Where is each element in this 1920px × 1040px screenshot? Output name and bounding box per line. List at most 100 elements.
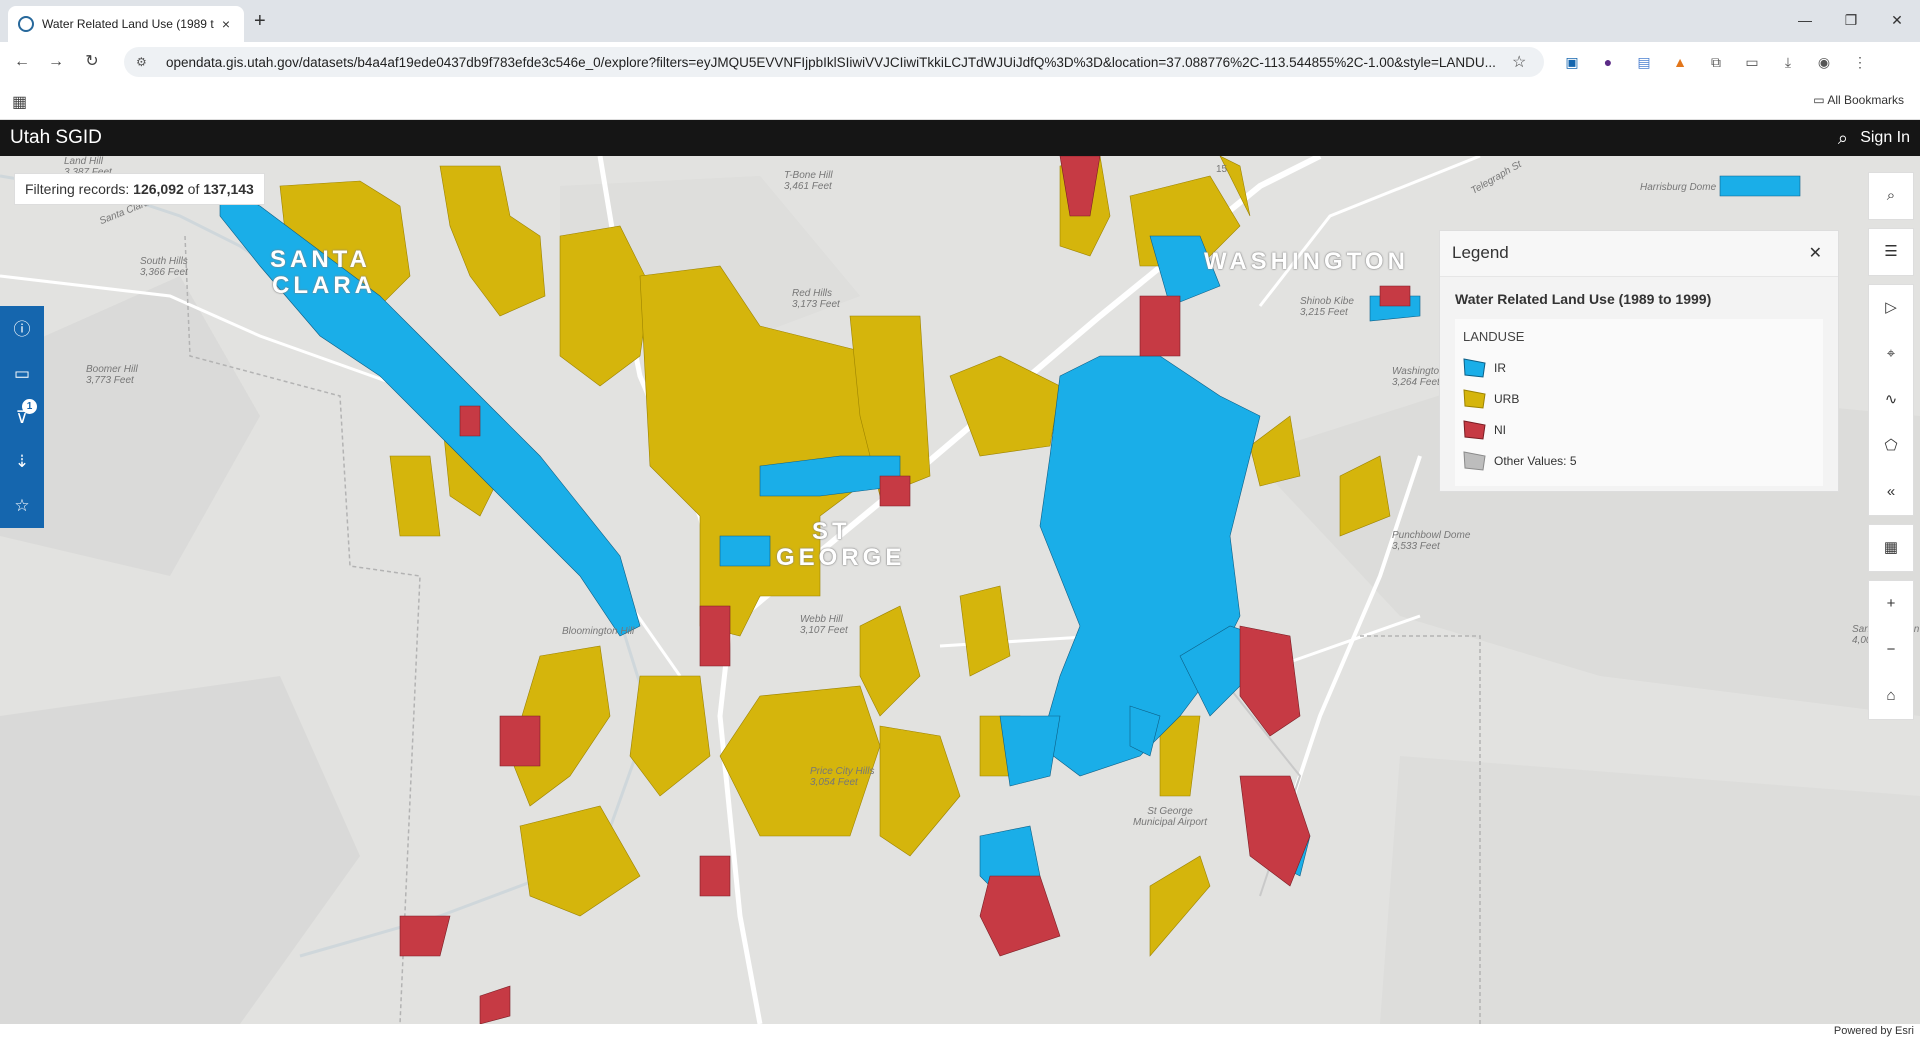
info-icon[interactable]: ⓘ xyxy=(8,316,36,344)
all-bookmarks[interactable]: ▭ All Bookmarks xyxy=(1813,93,1904,107)
measure-line-icon[interactable]: ∿ xyxy=(1869,377,1913,423)
filter-prefix: Filtering records: xyxy=(25,181,130,197)
forward-icon[interactable]: → xyxy=(44,50,68,74)
new-tab-button[interactable]: + xyxy=(254,10,266,33)
download-cloud-icon[interactable]: ⇣ xyxy=(8,448,36,476)
favorite-star-icon[interactable]: ☆ xyxy=(8,492,36,520)
bookmark-star-icon[interactable]: ☆ xyxy=(1512,52,1532,72)
window-controls: — ❐ ✕ xyxy=(1782,0,1920,42)
legend-field-name: LANDUSE xyxy=(1463,329,1525,344)
legend-item: URB xyxy=(1463,383,1815,414)
map-label-george: GEORGE xyxy=(776,544,906,571)
map-search-icon[interactable]: ⌕ xyxy=(1869,173,1913,219)
map-label-punchbowl-dome: Punchbowl Dome 3,533 Feet xyxy=(1392,530,1471,552)
extension-icon[interactable]: ▣ xyxy=(1560,50,1584,74)
sign-in-link[interactable]: Sign In xyxy=(1860,129,1910,147)
address-bar[interactable]: ⚙ opendata.gis.utah.gov/datasets/b4a4af1… xyxy=(124,47,1544,77)
right-group-zoom: + − ⌂ xyxy=(1868,580,1914,720)
browser-toolbar: ← → ↻ ⚙ opendata.gis.utah.gov/datasets/b… xyxy=(0,42,1920,82)
map-label-airport: St George Municipal Airport xyxy=(1132,806,1208,828)
reload-icon[interactable]: ↻ xyxy=(80,50,104,74)
legend-close-icon[interactable]: ✕ xyxy=(1809,243,1822,263)
zoom-out-icon[interactable]: − xyxy=(1869,627,1913,673)
map-view[interactable]: SANTA CLARA WASHINGTON ST GEORGE South H… xyxy=(0,156,1920,1024)
legend-swatch-ni xyxy=(1463,419,1486,440)
map-attribution: Powered by Esri xyxy=(0,1024,1920,1040)
right-toolbar: ⌕ ☰ ▷ ⌖ ∿ ⬠ « ▦ + − ⌂ xyxy=(1868,172,1914,728)
map-label-highway: 15 xyxy=(1216,164,1228,175)
filter-total: 137,143 xyxy=(203,181,254,197)
legend-panel: Legend ✕ Water Related Land Use (1989 to… xyxy=(1439,230,1839,492)
home-icon[interactable]: ⌂ xyxy=(1869,673,1913,719)
map-label-red-hills: Red Hills 3,173 Feet xyxy=(792,288,840,310)
legend-header: Legend xyxy=(1440,231,1838,277)
map-label-webb-hill: Webb Hill 3,107 Feet xyxy=(800,614,848,636)
profile-icon[interactable]: ◉ xyxy=(1812,50,1836,74)
all-bookmarks-label: All Bookmarks xyxy=(1827,93,1904,107)
attribute-table-icon[interactable]: ▦ xyxy=(1869,525,1913,571)
right-group-search: ⌕ xyxy=(1868,172,1914,220)
bookmarks-bar: ▦ ▭ All Bookmarks xyxy=(0,82,1920,120)
filter-of: of xyxy=(187,181,200,197)
minimize-icon[interactable]: — xyxy=(1782,0,1828,42)
legend-swatch-urb xyxy=(1463,388,1486,409)
location-pin-icon[interactable]: ⌖ xyxy=(1869,331,1913,377)
right-group-table: ▦ xyxy=(1868,524,1914,572)
filter-count-badge: 1 xyxy=(22,399,37,414)
browser-tab[interactable]: Water Related Land Use (1989 t × xyxy=(8,6,244,42)
tab-title: Water Related Land Use (1989 t xyxy=(42,17,214,31)
legend-label-urb: URB xyxy=(1494,391,1520,406)
legend-label-other: Other Values: 5 xyxy=(1494,453,1577,468)
close-window-icon[interactable]: ✕ xyxy=(1874,0,1920,42)
site-brand[interactable]: Utah SGID xyxy=(10,127,102,149)
restore-icon[interactable]: ❐ xyxy=(1828,0,1874,42)
right-group-legend: ☰ xyxy=(1868,228,1914,276)
select-arrow-icon[interactable]: ▷ xyxy=(1869,285,1913,331)
map-label-st: ST xyxy=(812,518,851,545)
powered-by-esri[interactable]: Powered by Esri xyxy=(1834,1025,1914,1037)
map-label-boomer-hill: Boomer Hill 3,773 Feet xyxy=(86,364,138,386)
map-label-shinob-kibe: Shinob Kibe 3,215 Feet xyxy=(1300,296,1354,318)
legend-item: NI xyxy=(1463,414,1815,445)
legend-label-ir: IR xyxy=(1494,360,1506,375)
map-label-santa: SANTA xyxy=(270,246,371,273)
filter-count: 126,092 xyxy=(133,181,184,197)
comment-icon[interactable]: ▭ xyxy=(8,360,36,388)
back-icon[interactable]: ← xyxy=(10,50,34,74)
site-info-icon[interactable]: ⚙ xyxy=(136,55,156,69)
menu-kebab-icon[interactable]: ⋮ xyxy=(1848,50,1872,74)
legend-label-ni: NI xyxy=(1494,422,1506,437)
map-label-bloomington-hill: Bloomington Hill xyxy=(562,626,635,637)
tab-search-icon[interactable]: ▭ xyxy=(1740,50,1764,74)
legend-layer-title: Water Related Land Use (1989 to 1999) xyxy=(1455,291,1712,307)
legend-item: IR xyxy=(1463,352,1815,383)
right-group-tools: ▷ ⌖ ∿ ⬠ « xyxy=(1868,284,1914,516)
legend-list-icon[interactable]: ☰ xyxy=(1869,229,1913,275)
extensions-area: ▣ ● ▤ ▲ ⧉ ▭ ⤓ ◉ ⋮ xyxy=(1560,50,1872,74)
search-icon[interactable]: ⌕ xyxy=(1838,128,1848,149)
apps-grid-icon[interactable]: ▦ xyxy=(12,92,27,112)
legend-swatch-ir xyxy=(1463,357,1486,378)
app-header: Utah SGID ⌕ Sign In xyxy=(0,120,1920,156)
tab-close-icon[interactable]: × xyxy=(218,16,234,32)
site-favicon-icon xyxy=(18,16,34,32)
zoom-in-icon[interactable]: + xyxy=(1869,581,1913,627)
filter-record-count: Filtering records: 126,092 of 137,143 xyxy=(14,173,265,205)
map-label-price-city-hills: Price City Hills 3,054 Feet xyxy=(810,766,875,788)
legend-swatch-other xyxy=(1463,450,1486,471)
extension-icon[interactable]: ● xyxy=(1596,50,1620,74)
map-label-clara: CLARA xyxy=(272,272,376,299)
extensions-puzzle-icon[interactable]: ⧉ xyxy=(1704,50,1728,74)
legend-symbols: LANDUSE IR URB NI Other Values: 5 xyxy=(1455,319,1823,486)
browser-tab-strip: Water Related Land Use (1989 t × + — ❐ ✕ xyxy=(0,0,1920,42)
left-toolbar: ⓘ ▭ ⊽ 1 ⇣ ☆ xyxy=(0,306,44,528)
legend-item: Other Values: 5 xyxy=(1463,445,1815,476)
collapse-chevrons-icon[interactable]: « xyxy=(1869,469,1913,515)
url-text: opendata.gis.utah.gov/datasets/b4a4af19e… xyxy=(166,54,1496,70)
extension-icon[interactable]: ▲ xyxy=(1668,50,1692,74)
area-shape-icon[interactable]: ⬠ xyxy=(1869,423,1913,469)
extension-icon[interactable]: ▤ xyxy=(1632,50,1656,74)
download-icon[interactable]: ⤓ xyxy=(1776,50,1800,74)
map-label-tbone-hill: T-Bone Hill 3,461 Feet xyxy=(784,170,833,192)
map-label-washington: WASHINGTON xyxy=(1204,248,1409,275)
